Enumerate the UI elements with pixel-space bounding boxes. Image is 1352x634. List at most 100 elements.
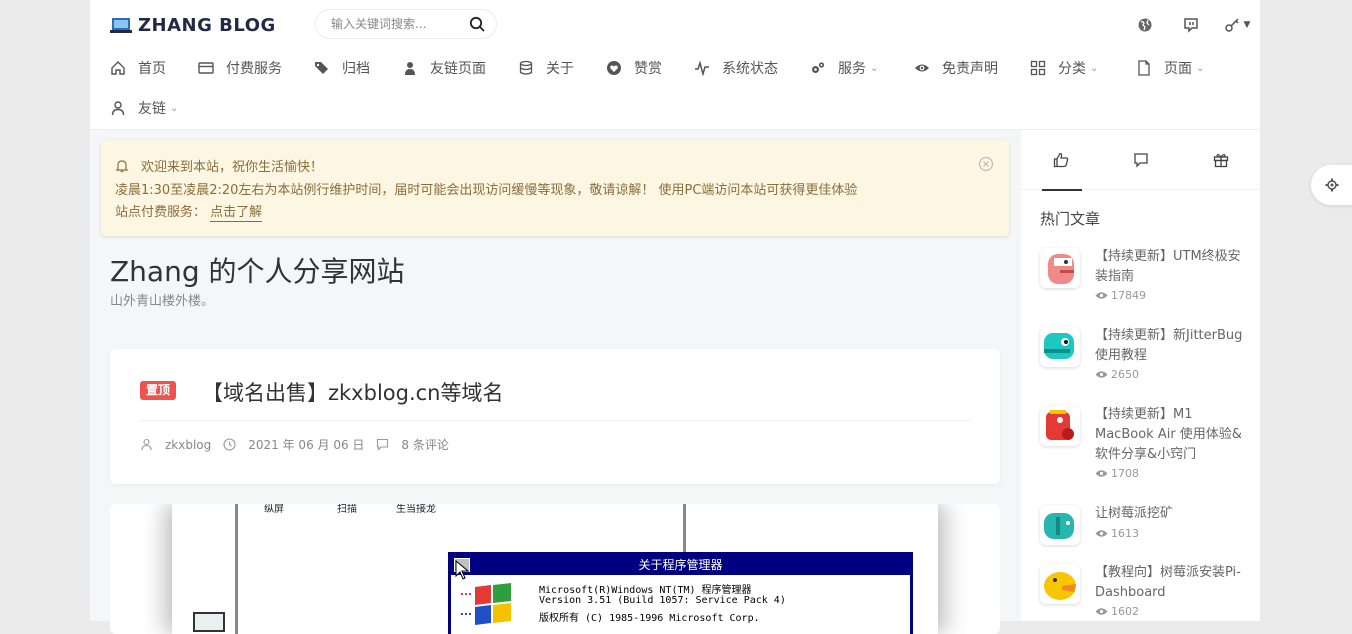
post-title[interactable]: 让树莓派挖矿 (1095, 504, 1245, 524)
nav-item-friends-page[interactable]: 友链页面 (402, 50, 486, 86)
view-count: 1602 (1111, 605, 1139, 618)
nav-item-pages[interactable]: 页面 ⌄ (1136, 50, 1204, 86)
nav-label: 赞赏 (634, 61, 662, 77)
search-icon[interactable] (469, 16, 485, 32)
popular-post-item[interactable]: 【持续更新】M1 MacBook Air 使用体验&软件分享&小窍门 1708 (1040, 406, 1250, 486)
tab-comments[interactable] (1101, 130, 1181, 190)
author-icon (141, 438, 152, 451)
settings-toggle-button[interactable] (1311, 165, 1352, 205)
tab-popular[interactable] (1021, 130, 1101, 191)
notice-welcome: 欢迎来到本站，祝你生活愉快！ (141, 160, 324, 175)
chevron-down-icon: ⌄ (170, 102, 179, 114)
page-frame: ZHANG BLOG 输入关键词搜索... ▼ 首页 付费服务 归档 友链页面 … (90, 0, 1261, 634)
site-header: ZHANG BLOG 输入关键词搜索... ▼ 首页 付费服务 归档 友链页面 … (90, 0, 1260, 130)
search-input[interactable] (329, 15, 459, 33)
file-icon (1138, 60, 1150, 76)
post-comments-link[interactable]: 8 条评论 (401, 436, 448, 453)
nav-item-archive[interactable]: 归档 (314, 50, 370, 86)
eye-icon (1095, 530, 1108, 537)
heart-icon (607, 61, 621, 75)
nav-label: 系统状态 (722, 61, 778, 77)
bell-icon (115, 159, 129, 172)
nav-label: 归档 (342, 61, 370, 77)
post-title[interactable]: 【持续更新】新JitterBug使用教程 (1095, 326, 1245, 366)
view-count: 1708 (1111, 467, 1139, 480)
comment-icon (1134, 153, 1148, 168)
nav-label: 服务 (838, 61, 866, 77)
post-title[interactable]: 【持续更新】UTM终极安装指南 (1095, 247, 1245, 287)
popular-post-item[interactable]: 让树莓派挖矿 1613 (1040, 505, 1250, 545)
tab-gifts[interactable] (1181, 130, 1261, 190)
globe-icon (1138, 18, 1152, 32)
nav-item-categories[interactable]: 分类 ⌄ (1030, 50, 1098, 86)
post-title[interactable]: 【持续更新】M1 MacBook Air 使用体验&软件分享&小窍门 (1095, 405, 1245, 465)
post-thumbnail (1040, 564, 1080, 604)
messages-button[interactable] (1168, 12, 1214, 38)
pinned-badge: 置顶 (140, 381, 177, 400)
post-cover-image: 纵屏 扫描 生当接龙 关于程序管理器 Microsoft(R)Windows N… (172, 504, 938, 634)
sidebar-tabs (1021, 130, 1261, 191)
person-icon (111, 101, 125, 116)
nav-label: 免责声明 (942, 61, 998, 77)
home-icon (111, 61, 125, 75)
thumbs-up-icon (1053, 152, 1069, 168)
view-count: 2650 (1111, 368, 1139, 381)
image-text: 生当接龙 (396, 504, 436, 515)
post-title-link[interactable]: 【域名出售】zkxblog.cn等域名 (202, 377, 504, 407)
post-thumbnail (1040, 505, 1080, 545)
program-icon (193, 612, 225, 632)
eye-icon (915, 64, 929, 72)
nav-item-about[interactable]: 关于 (518, 50, 574, 86)
nav-item-services[interactable]: 服务 ⌄ (810, 50, 878, 86)
post-thumbnail (1040, 248, 1080, 288)
nav-label: 友链页面 (430, 61, 486, 77)
chevron-down-icon: ⌄ (1090, 62, 1099, 74)
close-icon[interactable] (978, 156, 994, 172)
nav-item-donate[interactable]: 赞赏 (606, 50, 662, 86)
nav-item-paid[interactable]: 付费服务 (198, 50, 282, 86)
site-subtitle: 山外青山楼外楼。 (110, 294, 215, 309)
dialog-title: 关于程序管理器 (638, 558, 723, 572)
post-date: 2021 年 06 月 06 日 (248, 438, 365, 452)
eye-icon (1095, 608, 1108, 615)
nav-label: 页面 (1164, 61, 1192, 77)
post-thumbnail (1040, 406, 1080, 446)
login-button[interactable]: ▼ (1214, 12, 1260, 38)
site-title: Zhang 的个人分享网站 (110, 255, 405, 288)
popular-post-item[interactable]: 【持续更新】UTM终极安装指南 17849 (1040, 248, 1250, 308)
post-author[interactable]: zkxblog (165, 438, 211, 452)
nav-item-status[interactable]: 系统状态 (694, 50, 778, 86)
image-text: 扫描 (337, 504, 357, 515)
nav-item-home[interactable]: 首页 (110, 50, 166, 86)
nav-label: 关于 (546, 61, 574, 77)
window-border-line (235, 504, 238, 634)
site-logo[interactable]: ZHANG BLOG (110, 12, 276, 38)
header-actions: ▼ (1122, 12, 1260, 38)
dialog-line: 版权所有 (C) 1985-1996 Microsoft Corp. (539, 613, 760, 624)
site-notice: 欢迎来到本站，祝你生活愉快！ 凌晨1:30至凌晨2:20左右为本站例行维护时间，… (101, 140, 1009, 236)
logo-text: ZHANG BLOG (138, 14, 276, 36)
view-count: 17849 (1111, 289, 1146, 302)
divider (140, 420, 970, 421)
card-icon (198, 62, 214, 74)
clock-icon (223, 438, 236, 451)
popular-post-item[interactable]: 【教程向】树莓派安装Pi-Dashboard 1602 (1040, 564, 1250, 624)
about-dialog: 关于程序管理器 Microsoft(R)Windows NT(TM) 程序管理器… (448, 552, 913, 634)
chevron-down-icon: ⌄ (1196, 62, 1205, 74)
post-title[interactable]: 【教程向】树莓派安装Pi-Dashboard (1095, 563, 1245, 603)
image-text: 纵屏 (264, 504, 284, 515)
post-card: 置顶 【域名出售】zkxblog.cn等域名 zkxblog 2021 年 06… (110, 349, 1000, 484)
cogs-icon (812, 62, 825, 73)
nav-label: 分类 (1058, 61, 1086, 77)
nav-item-links[interactable]: 友链 ⌄ (110, 90, 178, 126)
post-image-card[interactable]: 纵屏 扫描 生当接龙 关于程序管理器 Microsoft(R)Windows N… (110, 504, 1000, 634)
gear-icon (1325, 178, 1339, 192)
notice-learn-more-link[interactable]: 点击了解 (210, 205, 263, 222)
laptop-logo-icon (110, 17, 132, 33)
nav-item-disclaimer[interactable]: 免责声明 (914, 50, 998, 86)
language-button[interactable] (1122, 12, 1168, 38)
chat-icon (1184, 18, 1198, 33)
popular-post-item[interactable]: 【持续更新】新JitterBug使用教程 2650 (1040, 327, 1250, 387)
comment-icon (377, 438, 389, 451)
notice-maintenance: 凌晨1:30至凌晨2:20左右为本站例行维护时间，届时可能会出现访问缓慢等现象，… (115, 183, 858, 198)
